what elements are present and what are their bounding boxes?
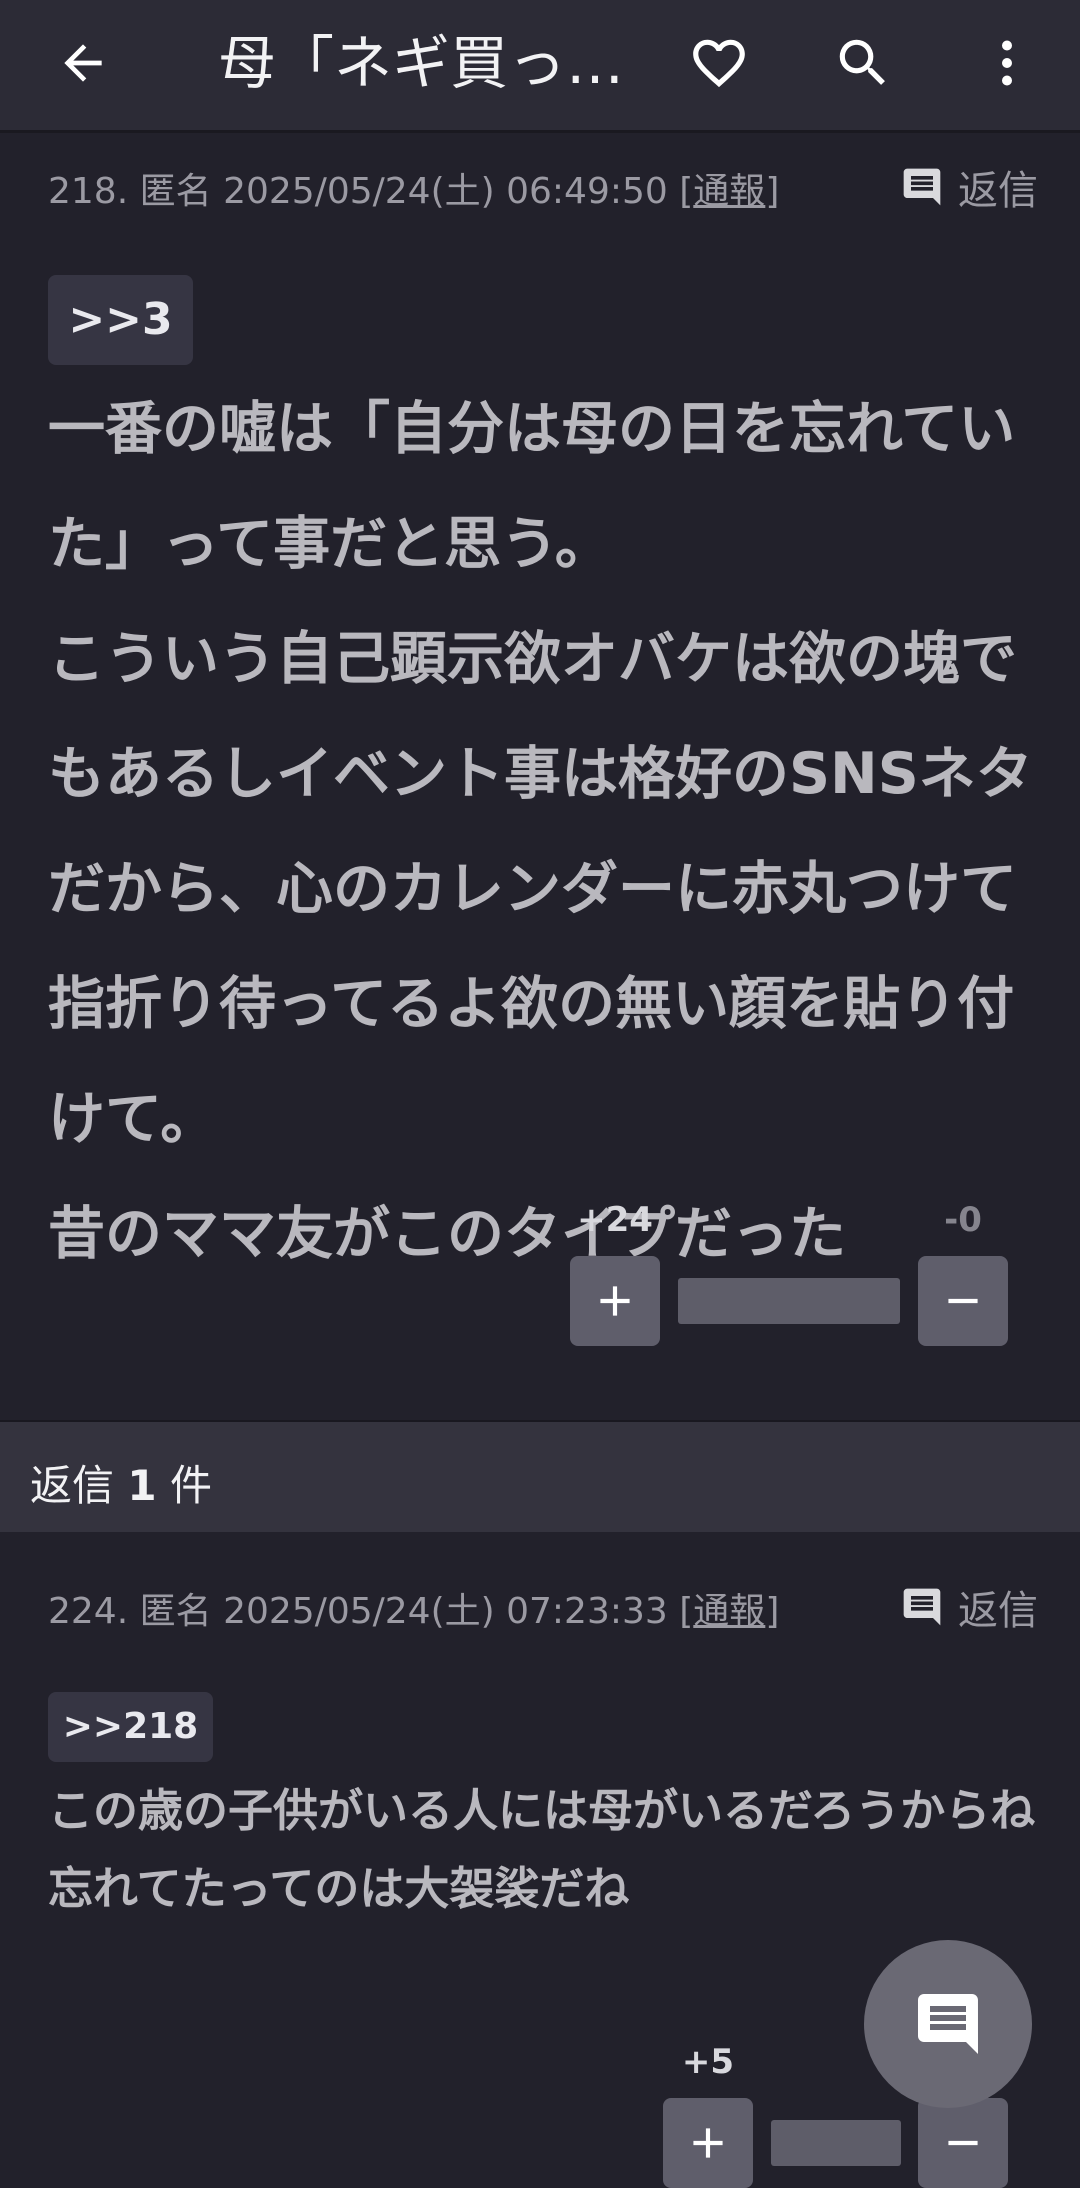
anchor-link[interactable]: >>218 xyxy=(48,1692,213,1762)
replies-count-label: 返信 1 件 xyxy=(30,1461,212,1510)
post-number: 224. xyxy=(48,1591,129,1632)
vote-ratio-bar xyxy=(678,1278,900,1324)
plus-icon xyxy=(600,1286,630,1316)
post-number: 218. xyxy=(48,171,129,212)
plus-count: +5 xyxy=(681,2042,735,2082)
minus-vote-button[interactable] xyxy=(918,2098,1008,2188)
post-meta: 218. 匿名 2025/05/24(土) 06:49:50 [通報] xyxy=(48,171,780,212)
plus-icon xyxy=(693,2128,723,2158)
comment-icon xyxy=(903,168,941,206)
post-body: 一番の嘘は「自分は母の日を忘れていた」って事だと思う。 こういう自己顕示欲オバケ… xyxy=(48,396,1033,1267)
anchor-link[interactable]: >>3 xyxy=(48,275,193,365)
minus-vote-button[interactable] xyxy=(918,1256,1008,1346)
top-app-bar: 母「ネギ買っ… xyxy=(0,0,1080,133)
reply-label: 返信 xyxy=(958,168,1038,214)
comment-icon xyxy=(903,1588,941,1626)
more-options-button[interactable] xyxy=(974,30,1040,96)
vote-ratio-bar xyxy=(771,2120,901,2166)
post-author: 匿名 xyxy=(139,1591,212,1632)
search-button[interactable] xyxy=(830,30,896,96)
page-title: 母「ネギ買っ… xyxy=(218,29,625,97)
back-button[interactable] xyxy=(50,30,116,96)
reply-label: 返信 xyxy=(958,1588,1038,1634)
post-author: 匿名 xyxy=(139,171,212,212)
search-icon xyxy=(839,39,885,85)
post-datetime: 2025/05/24(土) 07:23:33 xyxy=(223,1591,668,1632)
minus-count: -0 xyxy=(944,1200,982,1240)
report-link[interactable]: 通報 xyxy=(693,171,765,212)
reply-button[interactable]: 返信 xyxy=(900,1578,1038,1636)
replies-section-header: 返信 1 件 xyxy=(0,1420,1080,1532)
favorite-button[interactable] xyxy=(686,30,752,96)
reply-button[interactable]: 返信 xyxy=(900,158,1038,216)
plus-vote-button[interactable] xyxy=(663,2098,753,2188)
plus-count: +24 xyxy=(577,1200,653,1240)
comment-icon xyxy=(918,1994,978,2054)
plus-vote-button[interactable] xyxy=(570,1256,660,1346)
post-body: この歳の子供がいる人には母がいるだろうからね 忘れてたってのは大袈裟だね xyxy=(48,1784,1036,1915)
minus-icon xyxy=(948,2140,978,2146)
post-datetime: 2025/05/24(土) 06:49:50 xyxy=(223,171,668,212)
compose-comment-button[interactable] xyxy=(864,1940,1032,2108)
minus-icon xyxy=(948,1298,978,1304)
report-link[interactable]: 通報 xyxy=(693,1591,765,1632)
more-vertical-icon xyxy=(1002,40,1012,86)
arrow-left-icon xyxy=(64,44,102,82)
replies-count: 1 xyxy=(127,1461,157,1510)
post-meta: 224. 匿名 2025/05/24(土) 07:23:33 [通報] xyxy=(48,1591,780,1632)
heart-outline-icon xyxy=(693,39,745,88)
